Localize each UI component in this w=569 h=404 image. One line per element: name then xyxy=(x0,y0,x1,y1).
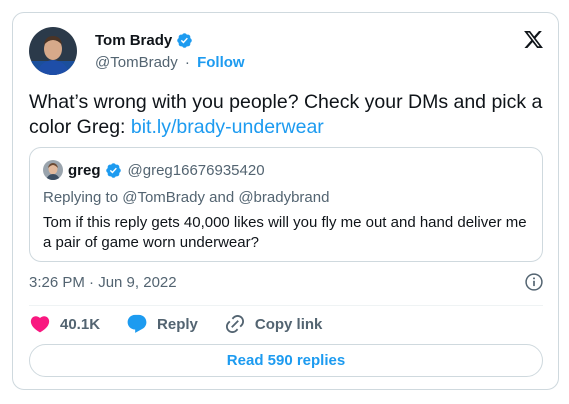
tweet-timestamp[interactable]: 3:26 PM · Jun 9, 2022 xyxy=(29,274,177,291)
divider xyxy=(29,305,543,306)
like-button[interactable]: 40.1K xyxy=(29,313,100,335)
like-count: 40.1K xyxy=(60,315,101,333)
quoted-tweet[interactable]: greg @greg16676935420 Replying to @TomBr… xyxy=(29,147,543,262)
read-replies-button[interactable]: Read 590 replies xyxy=(29,344,543,377)
reply-button[interactable]: Reply xyxy=(126,313,198,335)
author-name[interactable]: Tom Brady xyxy=(95,32,172,49)
author-handle[interactable]: @TomBrady xyxy=(95,54,178,71)
author-name-row: Tom Brady xyxy=(95,32,193,49)
tweet-body: What’s wrong with you people? Check your… xyxy=(29,90,549,140)
verified-badge-icon xyxy=(105,163,121,178)
quoted-avatar[interactable] xyxy=(43,160,63,180)
copy-link-button[interactable]: Copy link xyxy=(224,313,323,335)
tweet-link[interactable]: bit.ly/brady-underwear xyxy=(131,116,324,138)
quoted-name-row: greg @greg16676935420 xyxy=(68,162,265,179)
verified-badge-icon xyxy=(177,33,192,48)
reply-bubble-icon xyxy=(127,314,147,333)
copy-link-label: Copy link xyxy=(254,315,323,333)
author-handle-row: @TomBrady · Follow xyxy=(95,54,245,71)
author-avatar[interactable] xyxy=(29,27,77,75)
action-bar: 40.1K Reply Copy link xyxy=(29,313,348,335)
quoted-handle: @greg16676935420 xyxy=(127,162,265,179)
quoted-name[interactable]: greg xyxy=(68,162,101,179)
follow-link[interactable]: Follow xyxy=(197,54,245,71)
quoted-replying-to: Replying to @TomBrady and @bradybrand xyxy=(43,189,330,206)
reply-label: Reply xyxy=(157,315,198,333)
x-logo-icon[interactable] xyxy=(522,29,545,50)
quoted-text: Tom if this reply gets 40,000 likes will… xyxy=(43,214,527,251)
heart-icon xyxy=(30,316,50,333)
link-icon xyxy=(225,314,244,334)
tweet-embed-card: Tom Brady @TomBrady · Follow What’s wron… xyxy=(12,12,559,390)
separator-dot: · xyxy=(184,54,190,71)
info-icon[interactable] xyxy=(524,272,544,292)
